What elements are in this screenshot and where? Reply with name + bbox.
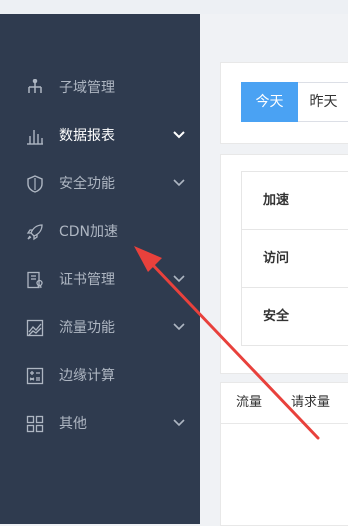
date-range-card: 今天 昨天 — [220, 62, 348, 144]
main-content: 今天 昨天 加速 访问 安全 流量 请求量 — [200, 14, 348, 526]
table-row: 加速 — [242, 172, 348, 230]
chevron-down-icon — [173, 323, 185, 331]
sidebar-item-label: 边缘计算 — [59, 368, 115, 384]
shield-icon — [27, 175, 43, 193]
top-bar — [0, 0, 348, 14]
date-yesterday-button[interactable]: 昨天 — [298, 82, 348, 122]
table-row: 访问 — [242, 230, 348, 288]
bar-chart-icon — [27, 130, 43, 145]
sidebar-item-cdn[interactable]: CDN加速 — [0, 208, 200, 256]
sidebar-item-subdomain[interactable]: 子域管理 — [0, 64, 200, 112]
chevron-down-icon — [173, 419, 185, 427]
chevron-down-icon — [173, 131, 185, 139]
grid-icon — [26, 415, 44, 433]
rocket-icon — [26, 224, 43, 241]
sidebar-item-other[interactable]: 其他 — [0, 400, 200, 448]
sidebar-item-label: 流量功能 — [59, 320, 115, 336]
sidebar-item-label: 证书管理 — [59, 272, 115, 288]
sidebar: 子域管理 数据报表 安全功能 CDN加速 证书管理 流量功能 边缘计算 其他 — [0, 14, 200, 524]
certificate-icon — [27, 271, 43, 289]
sidebar-item-label: 安全功能 — [59, 176, 115, 192]
date-today-button[interactable]: 今天 — [241, 82, 298, 122]
tab-requests[interactable]: 请求量 — [291, 383, 330, 423]
traffic-chart-icon — [26, 319, 44, 337]
sidebar-item-label: 子域管理 — [59, 80, 115, 96]
sidebar-item-label: 数据报表 — [59, 128, 115, 144]
table-row: 安全 — [242, 288, 348, 346]
sidebar-item-data-report[interactable]: 数据报表 — [0, 112, 200, 160]
tab-traffic[interactable]: 流量 — [236, 383, 262, 423]
metric-tabs: 流量 请求量 — [221, 383, 348, 424]
chevron-down-icon — [173, 275, 185, 283]
sidebar-item-security[interactable]: 安全功能 — [0, 160, 200, 208]
sidebar-item-edge-computing[interactable]: 边缘计算 — [0, 352, 200, 400]
sidebar-item-label: CDN加速 — [59, 224, 119, 240]
sidebar-item-label: 其他 — [59, 416, 87, 432]
chevron-down-icon — [173, 179, 185, 187]
sidebar-item-certificate[interactable]: 证书管理 — [0, 256, 200, 304]
chart-card: 流量 请求量 — [220, 382, 348, 526]
summary-table: 加速 访问 安全 — [241, 171, 348, 346]
sidebar-item-traffic[interactable]: 流量功能 — [0, 304, 200, 352]
sitemap-icon — [28, 79, 42, 93]
summary-card: 加速 访问 安全 — [220, 154, 348, 374]
calculator-icon — [26, 367, 44, 385]
